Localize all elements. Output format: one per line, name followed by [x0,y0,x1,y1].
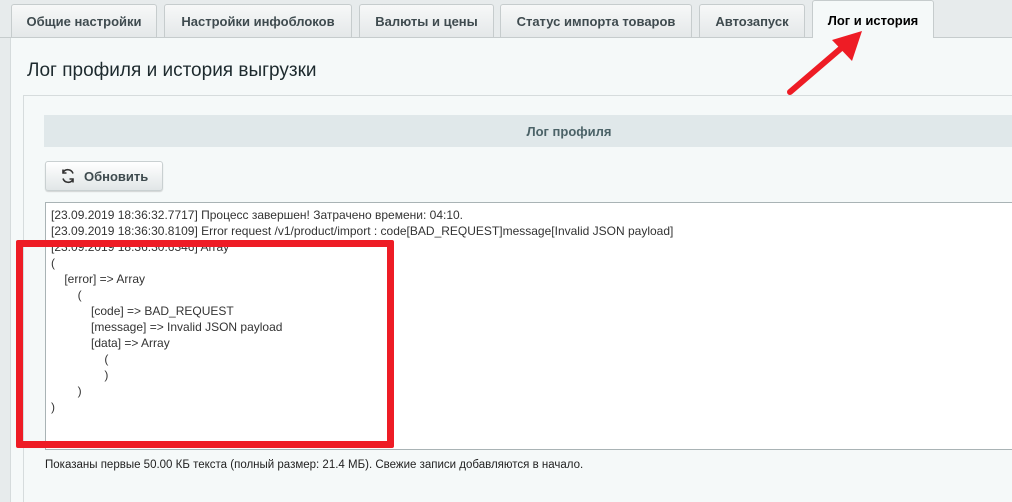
annotation-highlight-box [16,240,394,448]
tab-general-settings[interactable]: Общие настройки [11,4,157,37]
refresh-icon [60,168,76,184]
tab-infoblock-settings[interactable]: Настройки инфоблоков [164,4,352,37]
refresh-button-label: Обновить [84,168,149,184]
log-line: [23.09.2019 18:36:32.7717] Процесс завер… [51,208,464,222]
log-line: [23.09.2019 18:36:30.8109] Error request… [51,224,674,238]
tab-currencies-prices[interactable]: Валюты и цены [359,4,494,37]
footer-note: Показаны первые 50.00 КБ текста (полный … [45,459,584,471]
page-title: Лог профиля и история выгрузки [27,60,317,81]
section-header: Лог профиля [44,115,1012,147]
tab-import-status[interactable]: Статус импорта товаров [500,4,692,37]
refresh-button[interactable]: Обновить [45,161,163,191]
annotation-arrow-icon [787,31,862,95]
